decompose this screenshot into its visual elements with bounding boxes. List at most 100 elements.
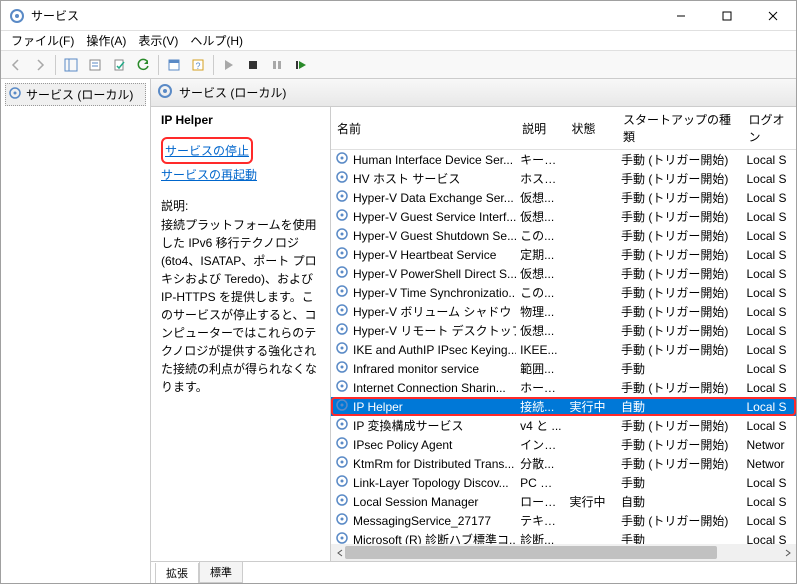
table-row[interactable]: Internet Connection Sharin...ホーム...手動 (ト…	[331, 378, 796, 397]
gear-icon	[335, 512, 349, 529]
table-row[interactable]: Hyper-V Heartbeat Service定期...手動 (トリガー開始…	[331, 245, 796, 264]
stop-service-button[interactable]	[242, 54, 264, 76]
tab-extended[interactable]: 拡張	[155, 563, 199, 583]
service-desc-cell: PC と ...	[516, 473, 565, 492]
service-logon-cell: Local S	[742, 226, 796, 245]
table-row[interactable]: MessagingService_27177テキス...手動 (トリガー開始)L…	[331, 511, 796, 530]
service-name-cell: MessagingService_27177	[353, 514, 491, 528]
table-row[interactable]: IPsec Policy Agentインタ...手動 (トリガー開始)Netwo…	[331, 435, 796, 454]
service-startup-cell: 手動 (トリガー開始)	[617, 378, 743, 397]
stop-service-link[interactable]: サービスの停止	[165, 142, 249, 159]
service-startup-cell: 手動 (トリガー開始)	[617, 226, 743, 245]
restart-service-link[interactable]: サービスの再起動	[161, 166, 320, 183]
table-row[interactable]: IP 変換構成サービスv4 と ...手動 (トリガー開始)Local S	[331, 416, 796, 435]
table-row[interactable]: Hyper-V PowerShell Direct S...仮想...手動 (ト…	[331, 264, 796, 283]
gear-icon	[335, 303, 349, 320]
gear-icon	[335, 265, 349, 282]
table-row[interactable]: Microsoft (R) 診断ハブ標準コ...診断...手動Local S	[331, 530, 796, 544]
table-row[interactable]: HV ホスト サービスホスト...手動 (トリガー開始)Local S	[331, 169, 796, 188]
service-startup-cell: 手動 (トリガー開始)	[617, 188, 743, 207]
service-desc-cell: 範囲...	[516, 359, 565, 378]
table-row[interactable]: KtmRm for Distributed Trans...分散...手動 (ト…	[331, 454, 796, 473]
service-logon-cell: Local S	[742, 530, 796, 544]
gear-icon	[335, 417, 349, 434]
service-desc-cell: 分散...	[516, 454, 565, 473]
gear-icon	[335, 474, 349, 491]
table-row[interactable]: IKE and AuthIP IPsec Keying...IKEE...手動 …	[331, 340, 796, 359]
menu-file[interactable]: ファイル(F)	[5, 30, 80, 51]
detail-header: サービス (ローカル)	[151, 79, 796, 107]
table-row[interactable]: Hyper-V Data Exchange Ser...仮想...手動 (トリガ…	[331, 188, 796, 207]
table-row[interactable]: Local Session Managerローカ...実行中自動Local S	[331, 492, 796, 511]
scroll-right-button[interactable]	[779, 544, 796, 561]
service-status-cell	[566, 435, 617, 454]
service-status-cell	[566, 511, 617, 530]
gear-icon	[335, 227, 349, 244]
service-status-cell	[566, 264, 617, 283]
service-status-cell	[566, 359, 617, 378]
service-name-cell: KtmRm for Distributed Trans...	[353, 457, 514, 471]
col-header-logon[interactable]: ログオン	[742, 107, 796, 150]
properties-button[interactable]	[163, 54, 185, 76]
table-row[interactable]: Infrared monitor service範囲...手動Local S	[331, 359, 796, 378]
service-status-cell	[566, 150, 617, 170]
close-button[interactable]	[750, 1, 796, 31]
service-desc-cell: この...	[516, 283, 565, 302]
service-status-cell	[566, 302, 617, 321]
selected-service-name: IP Helper	[161, 113, 320, 127]
scroll-thumb[interactable]	[345, 546, 717, 559]
col-header-name[interactable]: 名前	[331, 107, 516, 150]
table-row[interactable]: Hyper-V Guest Shutdown Se...この...手動 (トリガ…	[331, 226, 796, 245]
help-toolbar-button[interactable]: ?	[187, 54, 209, 76]
table-row[interactable]: IP Helper接続...実行中自動Local S	[331, 397, 796, 416]
service-name-cell: IPsec Policy Agent	[353, 438, 452, 452]
pause-service-button[interactable]	[266, 54, 288, 76]
service-name-cell: Hyper-V Guest Shutdown Se...	[353, 229, 516, 243]
window-title: サービス	[31, 7, 658, 24]
service-name-cell: IKE and AuthIP IPsec Keying...	[353, 343, 516, 357]
gear-icon	[335, 189, 349, 206]
tree-root-services-local[interactable]: サービス (ローカル)	[5, 83, 146, 106]
back-button[interactable]	[5, 54, 27, 76]
start-service-button[interactable]	[218, 54, 240, 76]
table-row[interactable]: Human Interface Device Ser...キーボ...手動 (ト…	[331, 150, 796, 170]
maximize-button[interactable]	[704, 1, 750, 31]
table-row[interactable]: Hyper-V ボリューム シャドウ コピ...物理...手動 (トリガー開始)…	[331, 302, 796, 321]
service-logon-cell: Local S	[742, 302, 796, 321]
forward-button[interactable]	[29, 54, 51, 76]
col-header-status[interactable]: 状態	[566, 107, 617, 150]
service-status-cell	[566, 188, 617, 207]
table-row[interactable]: Hyper-V リモート デスクトップ仮...仮想...手動 (トリガー開始)L…	[331, 321, 796, 340]
toolbar: ?	[1, 51, 796, 79]
gear-icon	[335, 493, 349, 510]
menu-action[interactable]: 操作(A)	[80, 30, 132, 51]
properties-toolbar-button[interactable]	[84, 54, 106, 76]
service-status-cell	[566, 245, 617, 264]
menu-view[interactable]: 表示(V)	[132, 30, 184, 51]
service-desc-cell: 仮想...	[516, 264, 565, 283]
service-name-cell: Hyper-V Time Synchronizatio...	[353, 286, 516, 300]
show-hide-pane-button[interactable]	[60, 54, 82, 76]
svg-text:?: ?	[195, 61, 200, 71]
service-name-cell: Infrared monitor service	[353, 362, 479, 376]
service-startup-cell: 手動 (トリガー開始)	[617, 302, 743, 321]
menubar: ファイル(F) 操作(A) 表示(V) ヘルプ(H)	[1, 31, 796, 51]
service-status-cell	[566, 416, 617, 435]
service-name-cell: Internet Connection Sharin...	[353, 381, 506, 395]
minimize-button[interactable]	[658, 1, 704, 31]
restart-service-button[interactable]	[290, 54, 312, 76]
horizontal-scrollbar[interactable]	[331, 544, 796, 561]
tab-standard[interactable]: 標準	[199, 562, 243, 583]
menu-help[interactable]: ヘルプ(H)	[184, 30, 249, 51]
service-status-cell	[566, 226, 617, 245]
detail-header-title: サービス (ローカル)	[179, 84, 286, 101]
refresh-button[interactable]	[132, 54, 154, 76]
col-header-description[interactable]: 説明	[516, 107, 565, 150]
table-row[interactable]: Hyper-V Time Synchronizatio...この...手動 (ト…	[331, 283, 796, 302]
service-list-scroll[interactable]: 名前 説明 状態 スタートアップの種類 ログオン Human Interface…	[331, 107, 796, 544]
col-header-startup[interactable]: スタートアップの種類	[617, 107, 743, 150]
table-row[interactable]: Link-Layer Topology Discov...PC と ...手動L…	[331, 473, 796, 492]
export-list-button[interactable]	[108, 54, 130, 76]
service-status-cell	[566, 530, 617, 544]
table-row[interactable]: Hyper-V Guest Service Interf...仮想...手動 (…	[331, 207, 796, 226]
